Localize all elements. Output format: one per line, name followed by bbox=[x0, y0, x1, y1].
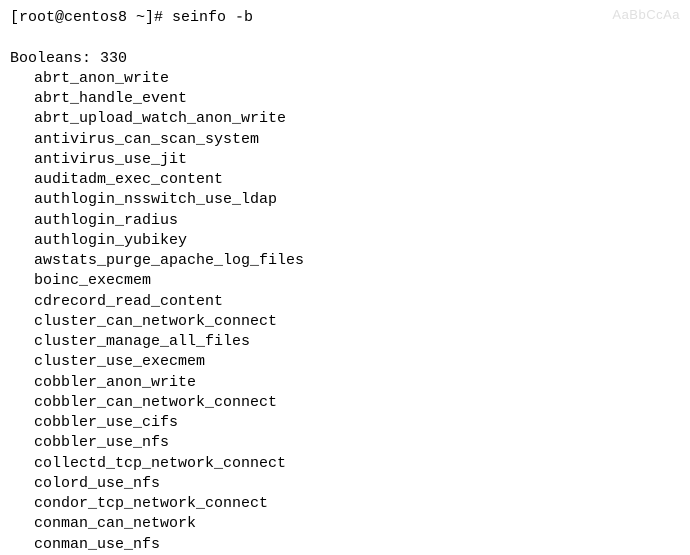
list-item: awstats_purge_apache_log_files bbox=[34, 251, 680, 271]
list-item: antivirus_can_scan_system bbox=[34, 130, 680, 150]
list-item: antivirus_use_jit bbox=[34, 150, 680, 170]
shell-prompt: [root@centos8 ~]# bbox=[10, 9, 172, 26]
list-item: cobbler_use_cifs bbox=[34, 413, 680, 433]
list-item: authlogin_radius bbox=[34, 211, 680, 231]
list-item: cobbler_anon_write bbox=[34, 373, 680, 393]
list-item: auditadm_exec_content bbox=[34, 170, 680, 190]
terminal-output-blank bbox=[10, 28, 680, 48]
booleans-list: abrt_anon_write abrt_handle_event abrt_u… bbox=[10, 69, 680, 555]
list-item: cobbler_can_network_connect bbox=[34, 393, 680, 413]
list-item: abrt_handle_event bbox=[34, 89, 680, 109]
shell-command: seinfo -b bbox=[172, 9, 253, 26]
list-item: cluster_manage_all_files bbox=[34, 332, 680, 352]
list-item: boinc_execmem bbox=[34, 271, 680, 291]
booleans-count: 330 bbox=[100, 50, 127, 67]
list-item: cluster_use_execmem bbox=[34, 352, 680, 372]
list-item: conman_use_nfs bbox=[34, 535, 680, 555]
list-item: conman_can_network bbox=[34, 514, 680, 534]
list-item: authlogin_nsswitch_use_ldap bbox=[34, 190, 680, 210]
list-item: collectd_tcp_network_connect bbox=[34, 454, 680, 474]
list-item: abrt_upload_watch_anon_write bbox=[34, 109, 680, 129]
list-item: condor_tcp_network_connect bbox=[34, 494, 680, 514]
booleans-label: Booleans: bbox=[10, 50, 91, 67]
list-item: cdrecord_read_content bbox=[34, 292, 680, 312]
booleans-header: Booleans: 330 bbox=[10, 49, 680, 69]
list-item: cluster_can_network_connect bbox=[34, 312, 680, 332]
list-item: authlogin_yubikey bbox=[34, 231, 680, 251]
list-item: cobbler_use_nfs bbox=[34, 433, 680, 453]
background-style-sample: AaBbCcAa bbox=[612, 6, 680, 24]
terminal-prompt-line: [root@centos8 ~]# seinfo -b bbox=[10, 8, 680, 28]
list-item: colord_use_nfs bbox=[34, 474, 680, 494]
list-item: abrt_anon_write bbox=[34, 69, 680, 89]
